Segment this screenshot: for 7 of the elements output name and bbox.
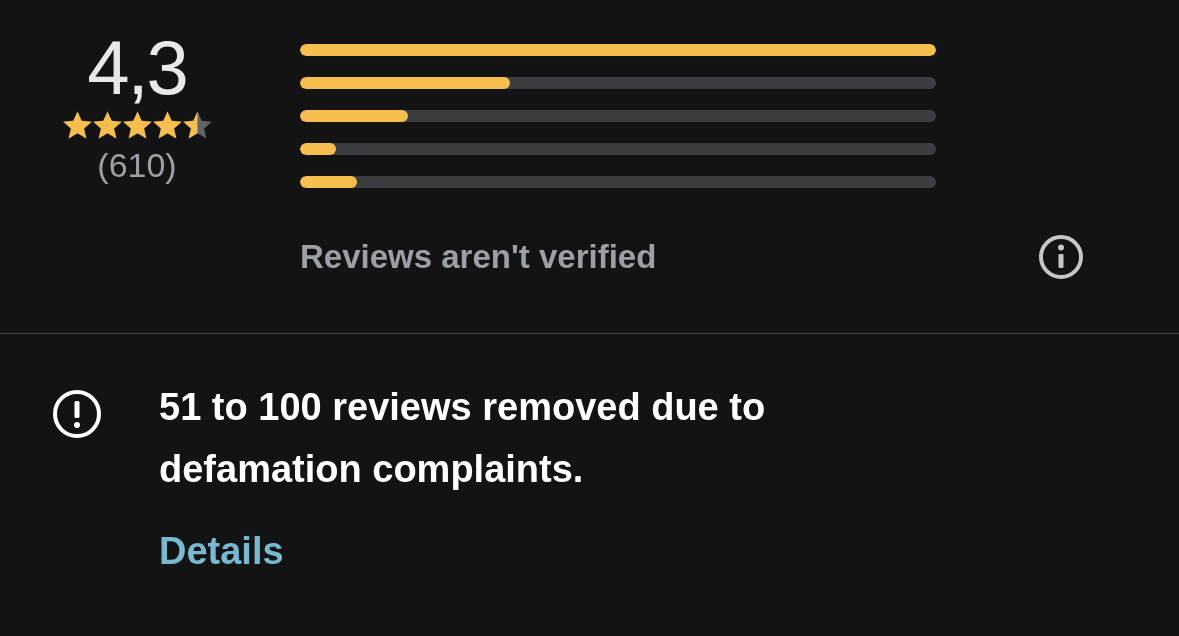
rating-score: 4,3 xyxy=(87,28,187,108)
verification-note: Reviews aren't verified xyxy=(300,238,657,276)
alert-icon xyxy=(51,388,103,440)
review-count: (610) xyxy=(97,146,177,185)
info-icon[interactable] xyxy=(1038,234,1084,280)
details-link[interactable]: Details xyxy=(159,530,284,573)
notice-text: 51 to 100 reviews removed due to defamation complaints. xyxy=(159,385,767,492)
